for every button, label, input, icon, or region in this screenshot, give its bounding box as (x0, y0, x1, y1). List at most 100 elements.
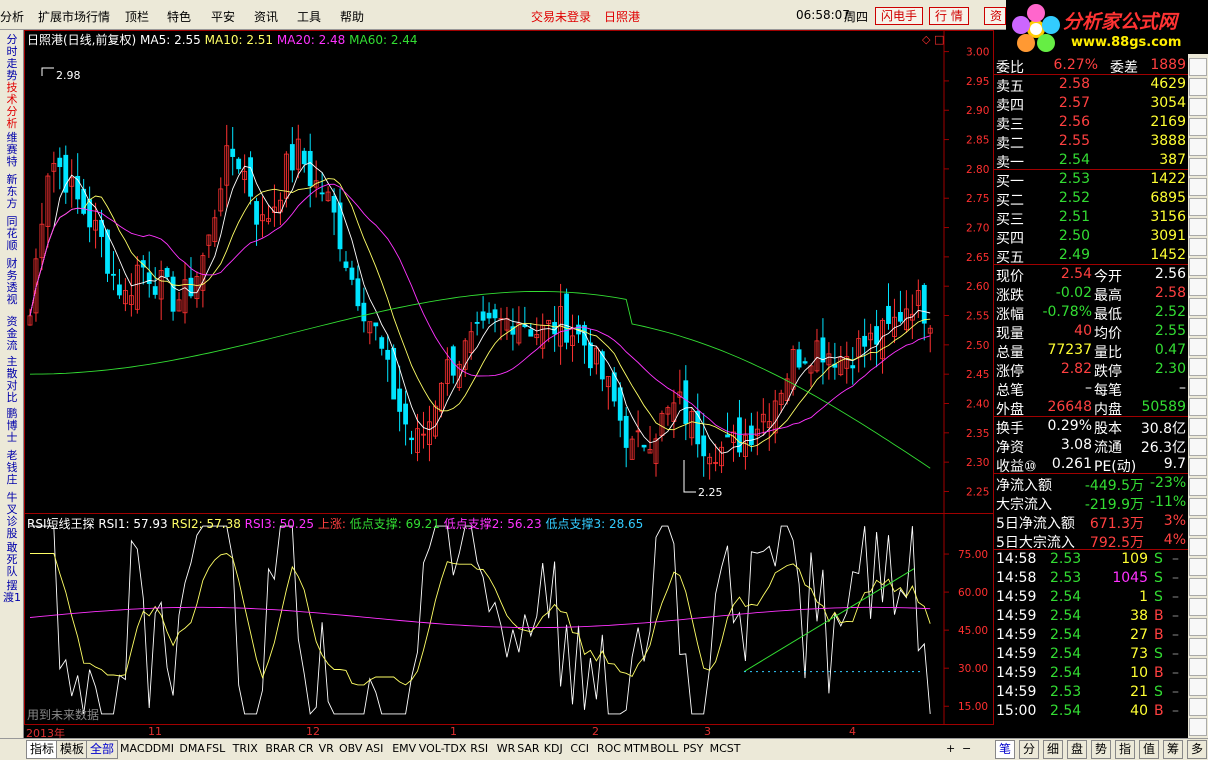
right-tool-button[interactable] (1189, 118, 1207, 136)
left-tab-1[interactable]: 技术分析 (2, 82, 22, 130)
indicator-roc[interactable]: ROC (597, 742, 621, 755)
right-tool-button[interactable] (1189, 718, 1207, 736)
candle-body (403, 403, 408, 425)
right-tool-button[interactable] (1189, 198, 1207, 216)
right-tool-button[interactable] (1189, 658, 1207, 676)
indicator-mcst[interactable]: MCST (710, 742, 741, 755)
indicator-kdj[interactable]: KDJ (544, 742, 563, 755)
left-tab-12[interactable]: 摆渡1 (2, 580, 22, 604)
indicator-fsl[interactable]: FSL (206, 742, 225, 755)
right-tool-button[interactable] (1189, 678, 1207, 696)
quote-tab-8[interactable]: 多 (1187, 740, 1208, 759)
right-tool-button[interactable] (1189, 698, 1207, 716)
candle-body (409, 437, 414, 441)
quote-tab-5[interactable]: 指 (1115, 740, 1136, 759)
right-tool-button[interactable] (1189, 558, 1207, 576)
menu-top-bar[interactable]: 顶栏 (125, 8, 149, 25)
right-tool-button[interactable] (1189, 398, 1207, 416)
right-tool-button[interactable] (1189, 138, 1207, 156)
indicator-asi[interactable]: ASI (366, 742, 384, 755)
bottom-tab-1[interactable]: 模板 (56, 740, 89, 759)
right-tool-button[interactable] (1189, 418, 1207, 436)
right-tool-button[interactable] (1189, 338, 1207, 356)
right-tool-button[interactable] (1189, 458, 1207, 476)
right-tool-button[interactable] (1189, 598, 1207, 616)
right-tool-button[interactable] (1189, 238, 1207, 256)
left-tab-11[interactable]: 敢死队 (2, 542, 22, 578)
right-tool-button[interactable] (1189, 378, 1207, 396)
right-tool-button[interactable] (1189, 278, 1207, 296)
menu-pingan[interactable]: 平安 (211, 8, 235, 25)
bottom-tab-0[interactable]: 指标 (26, 740, 59, 759)
quote-tab-2[interactable]: 细 (1043, 740, 1064, 759)
left-tab-6[interactable]: 资金流 (2, 316, 22, 352)
menu-news[interactable]: 资讯 (254, 8, 278, 25)
indicator-rsi[interactable]: RSI (470, 742, 488, 755)
left-tab-3[interactable]: 新东方 (2, 174, 22, 210)
quote-tab-0[interactable]: 笔 (995, 740, 1016, 759)
right-tool-button[interactable] (1189, 498, 1207, 516)
right-tool-button[interactable] (1189, 638, 1207, 656)
right-tool-button[interactable] (1189, 218, 1207, 236)
left-tab-7[interactable]: 主散对比 (2, 356, 22, 404)
quote-tab-4[interactable]: 势 (1091, 740, 1112, 759)
menu-analysis[interactable]: 分析 (0, 8, 24, 25)
indicator-sar[interactable]: SAR (517, 742, 539, 755)
right-tool-button[interactable] (1189, 358, 1207, 376)
left-tab-8[interactable]: 鹏博士 (2, 408, 22, 444)
right-tool-button[interactable] (1189, 538, 1207, 556)
indicator-cr[interactable]: CR (298, 742, 313, 755)
indicator-dma[interactable]: DMA (179, 742, 205, 755)
right-tool-button[interactable] (1189, 318, 1207, 336)
quote-tab-7[interactable]: 筹 (1163, 740, 1184, 759)
right-tool-button[interactable] (1189, 518, 1207, 536)
quote-tab-6[interactable]: 值 (1139, 740, 1160, 759)
indicator-vr[interactable]: VR (319, 742, 334, 755)
left-tab-4[interactable]: 同花顺 (2, 216, 22, 252)
right-tool-button[interactable] (1189, 158, 1207, 176)
left-tab-5[interactable]: 财务透视 (2, 258, 22, 306)
indicator-brar[interactable]: BRAR (265, 742, 295, 755)
indicator-cci[interactable]: CCI (570, 742, 589, 755)
left-tab-9[interactable]: 老钱庄 (2, 450, 22, 486)
right-tool-button[interactable] (1189, 78, 1207, 96)
right-tool-button[interactable] (1189, 618, 1207, 636)
info-button[interactable]: 资 (984, 7, 1006, 25)
right-tool-button[interactable] (1189, 478, 1207, 496)
right-tool-button[interactable] (1189, 438, 1207, 456)
right-tool-button[interactable] (1189, 578, 1207, 596)
quote-tab-1[interactable]: 分 (1019, 740, 1040, 759)
indicator-obv[interactable]: OBV (339, 742, 362, 755)
indicator-trix[interactable]: TRIX (233, 742, 258, 755)
right-tool-button[interactable] (1189, 258, 1207, 276)
indicator-vol-tdx[interactable]: VOL-TDX (419, 742, 467, 755)
left-tab-2[interactable]: 维赛特 (2, 132, 22, 168)
quote-tab-3[interactable]: 盘 (1067, 740, 1088, 759)
right-tool-button[interactable] (1189, 178, 1207, 196)
indicator-wr[interactable]: WR (497, 742, 516, 755)
indicator-dmi[interactable]: DMI (153, 742, 174, 755)
flash-trade-button[interactable]: 闪电手 (875, 7, 924, 25)
right-tool-button[interactable] (1189, 58, 1207, 76)
menu-tools[interactable]: 工具 (297, 8, 321, 25)
menu-features[interactable]: 特色 (167, 8, 191, 25)
left-tab-10[interactable]: 牛叉诊股 (2, 492, 22, 540)
indicator-emv[interactable]: EMV (392, 742, 416, 755)
scroll-right-icon[interactable]: − (962, 742, 971, 755)
quote-button[interactable]: 行 情 (929, 7, 969, 25)
scroll-left-icon[interactable]: + (946, 742, 955, 755)
menu-help[interactable]: 帮助 (340, 8, 364, 25)
indicator-psy[interactable]: PSY (683, 742, 703, 755)
kline-chart[interactable]: ◇ □ 3.00 2.95 2.90 2.85 2.80 2.75 2.70 2.65 2.60 2… (24, 30, 994, 738)
right-tool-button[interactable] (1189, 98, 1207, 116)
chart-area[interactable]: ◇ □ 3.00 2.95 2.90 2.85 2.80 2.75 2.70 2.65 2.60 2… (24, 30, 994, 738)
indicator-macd[interactable]: MACD (120, 742, 153, 755)
right-tool-button[interactable] (1189, 298, 1207, 316)
left-tab-0[interactable]: 分时走势 (2, 34, 22, 82)
menu-extended-market[interactable]: 扩展市场行情 (38, 8, 110, 25)
indicator-mtm[interactable]: MTM (624, 742, 650, 755)
indicator-boll[interactable]: BOLL (650, 742, 678, 755)
candle-body (146, 272, 152, 284)
bottom-tab-2[interactable]: 全部 (86, 740, 119, 759)
login-status[interactable]: 交易未登录 (531, 8, 591, 25)
